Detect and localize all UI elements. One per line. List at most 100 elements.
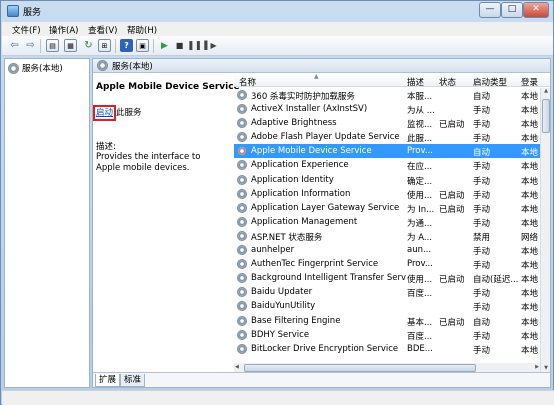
services-app-icon: [7, 5, 19, 17]
service-logon-cell: 本地: [521, 106, 539, 117]
back-arrow-icon[interactable]: ⇦: [8, 39, 21, 52]
service-desc-cell: 此服...: [407, 134, 433, 145]
help-icon[interactable]: ?: [120, 39, 133, 52]
service-startup-cell: 自动: [473, 148, 491, 159]
service-status-cell: 已启动: [439, 204, 465, 215]
service-status-cell: 已启动: [439, 317, 465, 328]
column-description[interactable]: 描述: [407, 76, 424, 88]
column-logon[interactable]: 登录: [521, 76, 538, 88]
column-name[interactable]: 名称: [239, 76, 256, 88]
table-row[interactable]: BaiduYunUtility 手动 本地: [234, 299, 540, 313]
description-label: 描述:: [96, 142, 116, 152]
console-icon[interactable]: ▣: [136, 39, 149, 52]
column-startup-type[interactable]: 启动类型: [473, 76, 507, 88]
tab-standard[interactable]: 标准: [120, 374, 146, 387]
menu-view[interactable]: 查看(V): [88, 24, 117, 36]
play-icon[interactable]: ▶: [158, 39, 171, 52]
close-button[interactable]: ✕: [523, 2, 549, 18]
service-startup-cell: 手动: [473, 303, 491, 314]
table-row[interactable]: Application Information 使用... 已启动 手动 本地: [234, 187, 540, 201]
table-row[interactable]: AuthenTec Fingerprint Service Prov... 手动 本地: [234, 257, 540, 271]
service-name-cell: AuthenTec Fingerprint Service: [251, 259, 379, 270]
table-row[interactable]: Application Layer Gateway Service 为 In...…: [234, 201, 540, 215]
gear-icon: [237, 301, 247, 312]
table-row[interactable]: Adaptive Brightness 监视... 已启动 手动 本地: [234, 116, 540, 130]
service-name-cell: aunhelper: [251, 245, 295, 256]
pane-header: 服务(本地): [93, 59, 550, 73]
toolbar-divider: [153, 39, 154, 53]
table-row[interactable]: aunhelper aun... 手动 本地: [234, 243, 540, 257]
scroll-left-icon[interactable]: ◀: [235, 364, 239, 370]
service-name-cell: Base Filtering Engine: [251, 315, 341, 326]
status-bar: [2, 390, 554, 405]
service-logon-cell: 本地: [521, 134, 539, 145]
service-desc-cell: 为通...: [407, 218, 433, 229]
table-row[interactable]: 360 杀毒实时防护加载服务 本服... 自动 本地: [234, 88, 540, 102]
restart-icon[interactable]: ▌▶: [204, 39, 217, 52]
table-row[interactable]: ASP.NET 状态服务 为 A... 禁用 网络: [234, 229, 540, 243]
start-service-link[interactable]: 启动: [93, 105, 117, 121]
vertical-scrollbar[interactable]: ▲ ▼: [540, 88, 550, 374]
table-row[interactable]: Background Intelligent Transfer Serv... 使…: [234, 271, 540, 285]
table-row[interactable]: ActiveX Installer (AxInstSV) 为从 ... 手动 本地: [234, 102, 540, 116]
service-logon-cell: 本地: [521, 218, 539, 229]
table-row[interactable]: BitLocker Drive Encryption Service BDE...…: [234, 342, 540, 356]
service-startup-cell: 手动: [473, 120, 491, 131]
table-row[interactable]: Base Filtering Engine 基本... 已启动 自动 本地: [234, 314, 540, 328]
description-text: Provides the interface to Apple mobile d…: [96, 152, 201, 173]
table-row[interactable]: Baidu Updater 百度... 手动 本地: [234, 285, 540, 299]
service-name-cell: Adobe Flash Player Update Service: [251, 132, 400, 143]
list-rows: 360 杀毒实时防护加载服务 本服... 自动 本地 ActiveX Installer…: [234, 88, 540, 356]
refresh-icon[interactable]: ↻: [82, 39, 95, 52]
table-row[interactable]: Application Management 为通... 手动 本地: [234, 215, 540, 229]
forward-arrow-icon[interactable]: ⇨: [24, 39, 37, 52]
properties-icon[interactable]: ▦: [64, 39, 77, 52]
gear-icon: [237, 343, 247, 354]
hscroll-thumb[interactable]: [244, 364, 476, 372]
table-row[interactable]: Application Identity 确定... 手动 本地: [234, 173, 540, 187]
start-action-row: 启动 此服务: [93, 105, 142, 121]
pause-icon[interactable]: ❚❚: [187, 39, 202, 52]
show-hide-tree-icon[interactable]: ▤: [46, 39, 59, 52]
service-name-cell: Application Identity: [251, 174, 334, 185]
scroll-right-icon[interactable]: ▶: [535, 364, 539, 370]
service-name-cell: BDHY Service: [251, 329, 310, 340]
service-status-cell: 已启动: [439, 120, 465, 131]
table-row[interactable]: Apple Mobile Device Service Prov... 自动 本地: [234, 144, 540, 159]
minimize-button[interactable]: —: [479, 2, 501, 18]
menu-action[interactable]: 操作(A): [49, 24, 78, 36]
maximize-button[interactable]: □: [501, 2, 523, 18]
service-desc-cell: 为 In...: [407, 204, 435, 215]
service-name-cell: Application Information: [251, 188, 351, 199]
table-row[interactable]: Adobe Flash Player Update Service 此服... 手动…: [234, 130, 540, 144]
menu-help[interactable]: 帮助(H): [127, 24, 157, 36]
service-logon-cell: 本地: [521, 345, 539, 356]
tree-item-services-local[interactable]: 服务(本地): [8, 62, 63, 74]
gear-icon: [237, 104, 247, 115]
scroll-up-icon[interactable]: ▲: [542, 88, 550, 97]
menu-file[interactable]: 文件(F): [12, 24, 41, 36]
export-list-icon[interactable]: ⊞: [98, 39, 111, 52]
service-logon-cell: 本地: [521, 289, 539, 300]
service-desc-cell: Prov...: [407, 146, 433, 157]
service-logon-cell: 本地: [521, 261, 539, 272]
view-tabs: 扩展 标准: [93, 372, 550, 387]
pane-header-label: 服务(本地): [112, 61, 153, 72]
tab-extended[interactable]: 扩展: [95, 374, 121, 387]
selected-service-name: Apple Mobile Device Service: [96, 82, 240, 92]
service-logon-cell: 本地: [521, 331, 539, 342]
column-status[interactable]: 状态: [439, 76, 456, 88]
service-desc-cell: 百度...: [407, 289, 433, 300]
service-startup-cell: 禁用: [473, 232, 491, 243]
service-desc-cell: 为 A...: [407, 232, 432, 243]
gear-icon: [237, 315, 247, 326]
gear-icon: [237, 146, 247, 157]
service-desc-cell: 使用...: [407, 275, 433, 286]
stop-icon[interactable]: ■: [173, 39, 186, 52]
service-desc-cell: 监视...: [407, 120, 433, 131]
service-desc-cell: Prov...: [407, 259, 433, 270]
toolbar: ⇦ ⇨ ▤ ▦ ↻ ⊞ ? ▣ ▶ ■ ❚❚ ▌▶: [2, 36, 553, 56]
table-row[interactable]: Application Experience 在应... 手动 本地: [234, 158, 540, 172]
table-row[interactable]: BDHY Service 百度... 手动 本地: [234, 328, 540, 342]
scroll-thumb[interactable]: [542, 99, 550, 133]
